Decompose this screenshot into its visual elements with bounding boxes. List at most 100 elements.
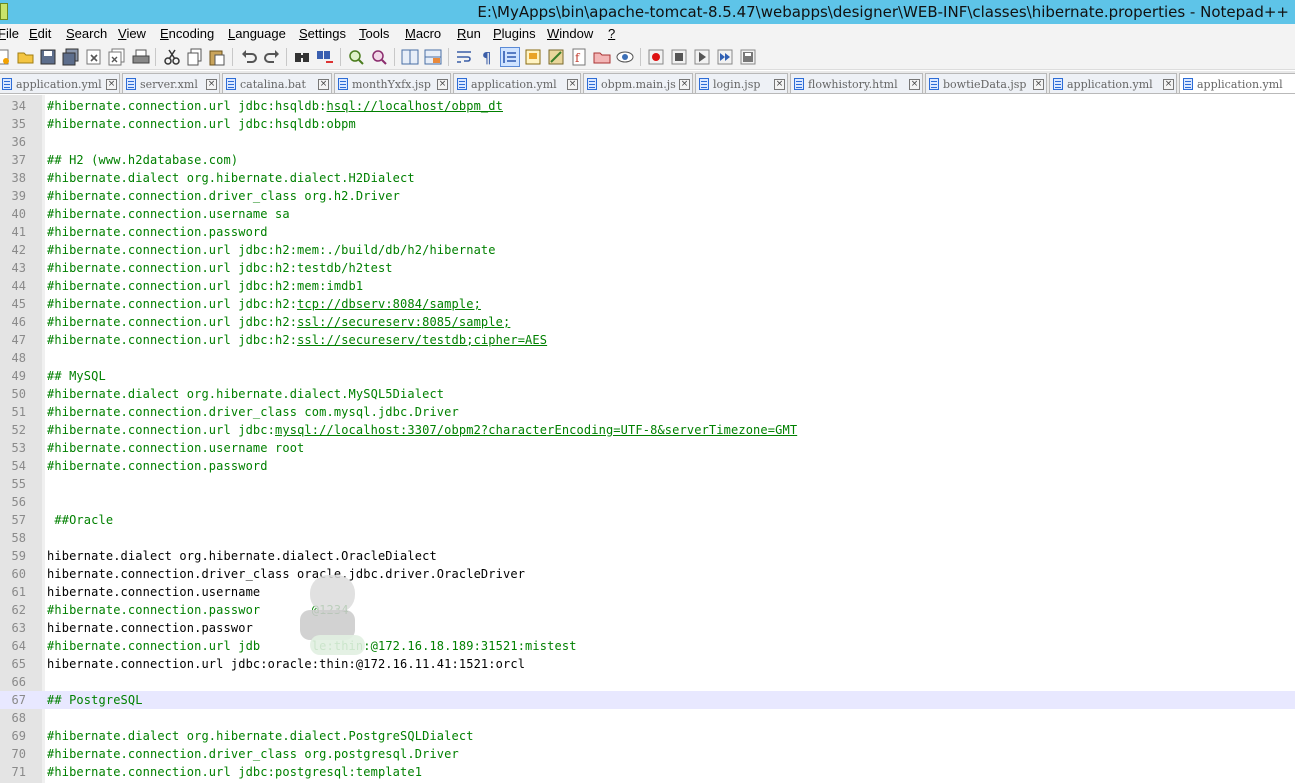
tab-close-icon[interactable]: × — [318, 79, 329, 90]
code-line[interactable]: 71 #hibernate.connection.url jdbc:postgre… — [0, 763, 1295, 781]
open-file-icon[interactable] — [17, 48, 35, 66]
menu-run[interactable]: Run — [457, 26, 481, 41]
code-line[interactable]: 66 — [0, 673, 1295, 691]
tab-close-icon[interactable]: × — [1163, 79, 1174, 90]
menu-edit[interactable]: Edit — [29, 26, 51, 41]
show-all-chars-icon[interactable]: ¶ — [478, 48, 496, 66]
code-line[interactable]: 65 hibernate.connection.url jdbc:oracle:t… — [0, 655, 1295, 673]
menu-file[interactable]: File — [0, 26, 19, 41]
code-line[interactable]: 38 #hibernate.dialect org.hibernate.diale… — [0, 169, 1295, 187]
tab-close-icon[interactable]: × — [774, 79, 785, 90]
code-line[interactable]: 39 #hibernate.connection.driver_class org… — [0, 187, 1295, 205]
code-url-link[interactable]: mysql://localhost:3307/obpm2?characterEn… — [275, 423, 797, 437]
code-line[interactable]: 40 #hibernate.connection.username sa — [0, 205, 1295, 223]
code-line[interactable]: 61 hibernate.connection.username — [0, 583, 1295, 601]
redo-icon[interactable] — [263, 48, 281, 66]
code-line[interactable]: 41 #hibernate.connection.password — [0, 223, 1295, 241]
code-url-link[interactable]: hsql://localhost/obpm_dt — [326, 99, 503, 113]
close-all-icon[interactable] — [108, 48, 126, 66]
code-line[interactable]: 57 ##Oracle — [0, 511, 1295, 529]
code-line[interactable]: 51 #hibernate.connection.driver_class com… — [0, 403, 1295, 421]
menu-macro[interactable]: Macro — [405, 26, 441, 41]
tab-server-xml[interactable]: server.xml × — [122, 73, 220, 93]
tab-login-jsp[interactable]: login.jsp × — [695, 73, 788, 93]
code-line[interactable]: 54 #hibernate.connection.password — [0, 457, 1295, 475]
zoom-in-icon[interactable] — [347, 48, 365, 66]
tab-application-yml-1[interactable]: application.yml × — [0, 73, 120, 93]
function-list-icon[interactable] — [547, 48, 565, 66]
notepad-plus-plus-app-icon[interactable] — [0, 3, 8, 20]
code-line[interactable]: 58 — [0, 529, 1295, 547]
code-line[interactable]: 70 #hibernate.connection.driver_class org… — [0, 745, 1295, 763]
tab-close-icon[interactable]: × — [437, 79, 448, 90]
tab-close-icon[interactable]: × — [106, 79, 117, 90]
code-line[interactable]: 42 #hibernate.connection.url jdbc:h2:mem:… — [0, 241, 1295, 259]
code-line[interactable]: 69 #hibernate.dialect org.hibernate.diale… — [0, 727, 1295, 745]
tab-close-icon[interactable]: × — [679, 79, 690, 90]
folder-workspace-icon[interactable]: f — [570, 48, 588, 66]
tab-application-yml-active[interactable]: application.yml — [1179, 73, 1295, 93]
copy-icon[interactable] — [186, 48, 204, 66]
menu-window[interactable]: Window — [547, 26, 593, 41]
tab-close-icon[interactable]: × — [206, 79, 217, 90]
code-line[interactable]: 67 ## PostgreSQL — [0, 691, 1295, 709]
code-line[interactable]: 68 — [0, 709, 1295, 727]
code-line[interactable]: 50 #hibernate.dialect org.hibernate.diale… — [0, 385, 1295, 403]
sync-horizontal-icon[interactable] — [424, 48, 442, 66]
code-url-link[interactable]: tcp://dbserv:8084/sample; — [297, 297, 481, 311]
menu-view[interactable]: View — [118, 26, 146, 41]
code-line[interactable]: 53 #hibernate.connection.username root — [0, 439, 1295, 457]
tab-obpm-main-js[interactable]: obpm.main.js × — [583, 73, 693, 93]
record-macro-icon[interactable] — [647, 48, 665, 66]
code-line[interactable]: 49 ## MySQL — [0, 367, 1295, 385]
menu-help[interactable]: ? — [608, 26, 615, 41]
menu-tools[interactable]: Tools — [359, 26, 389, 41]
code-line[interactable]: 62 #hibernate.connection.passwor @1234 — [0, 601, 1295, 619]
code-line[interactable]: 34 #hibernate.connection.url jdbc:hsqldb:… — [0, 97, 1295, 115]
tab-close-icon[interactable]: × — [1033, 79, 1044, 90]
word-wrap-icon[interactable] — [455, 48, 473, 66]
sync-vertical-icon[interactable] — [401, 48, 419, 66]
save-all-icon[interactable] — [62, 48, 80, 66]
save-macro-icon[interactable] — [739, 48, 757, 66]
monitoring-icon[interactable] — [616, 48, 634, 66]
doc-map-icon[interactable] — [524, 48, 542, 66]
undo-icon[interactable] — [240, 48, 258, 66]
menu-encoding[interactable]: Encoding — [160, 26, 214, 41]
find-icon[interactable] — [293, 48, 311, 66]
tab-application-yml-2[interactable]: application.yml × — [453, 73, 581, 93]
run-macro-multiple-icon[interactable] — [716, 48, 734, 66]
zoom-out-icon[interactable] — [370, 48, 388, 66]
code-line[interactable]: 55 — [0, 475, 1295, 493]
replace-icon[interactable] — [316, 48, 334, 66]
editor[interactable]: 34 #hibernate.connection.url jdbc:hsqldb:… — [0, 95, 1295, 783]
menu-language[interactable]: Language — [228, 26, 286, 41]
code-line[interactable]: 63 hibernate.connection.passwor — [0, 619, 1295, 637]
code-line[interactable]: 46 #hibernate.connection.url jdbc:h2:ssl:… — [0, 313, 1295, 331]
stop-macro-icon[interactable] — [670, 48, 688, 66]
code-line[interactable]: 44 #hibernate.connection.url jdbc:h2:mem:… — [0, 277, 1295, 295]
menu-search[interactable]: Search — [66, 26, 107, 41]
print-icon[interactable] — [132, 48, 150, 66]
close-icon[interactable] — [85, 48, 103, 66]
code-line[interactable]: 43 #hibernate.connection.url jdbc:h2:test… — [0, 259, 1295, 277]
code-line[interactable]: 37 ## H2 (www.h2database.com) — [0, 151, 1295, 169]
indent-guide-icon[interactable] — [500, 47, 520, 67]
code-line[interactable]: 56 — [0, 493, 1295, 511]
save-icon[interactable] — [39, 48, 57, 66]
menu-settings[interactable]: Settings — [299, 26, 346, 41]
new-file-icon[interactable] — [0, 48, 12, 66]
tab-flowhistory-html[interactable]: flowhistory.html × — [790, 73, 923, 93]
tab-monthyxfx-jsp[interactable]: monthYxfx.jsp × — [334, 73, 451, 93]
code-line[interactable]: 36 — [0, 133, 1295, 151]
paste-icon[interactable] — [208, 48, 226, 66]
folder-as-workspace-icon[interactable] — [593, 48, 611, 66]
code-url-link[interactable]: ssl://secureserv/testdb;cipher=AES — [297, 333, 547, 347]
code-line[interactable]: 64 #hibernate.connection.url jdb le:thin:… — [0, 637, 1295, 655]
tab-close-icon[interactable]: × — [567, 79, 578, 90]
code-line[interactable]: 47 #hibernate.connection.url jdbc:h2:ssl:… — [0, 331, 1295, 349]
code-line[interactable]: 52 #hibernate.connection.url jdbc:mysql:/… — [0, 421, 1295, 439]
play-macro-icon[interactable] — [693, 48, 711, 66]
code-line[interactable]: 48 — [0, 349, 1295, 367]
tab-application-yml-3[interactable]: application.yml × — [1049, 73, 1177, 93]
